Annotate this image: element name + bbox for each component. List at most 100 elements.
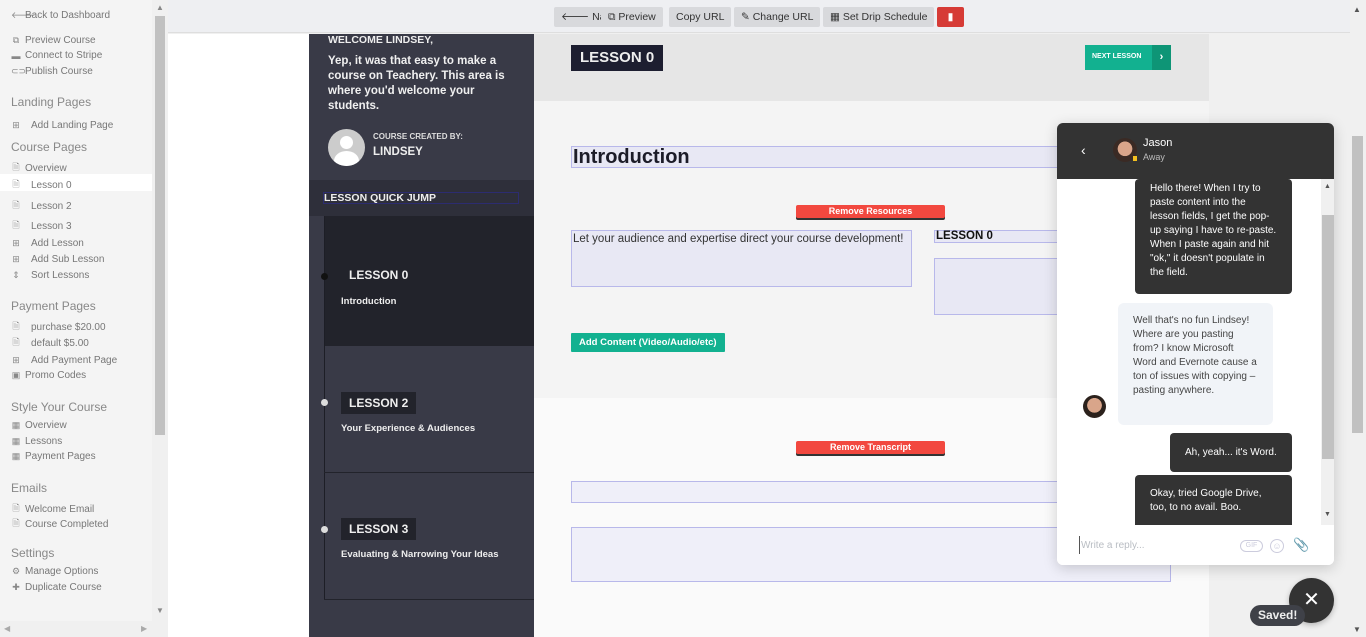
chat-reply-input[interactable] bbox=[1079, 536, 1229, 554]
quick-jump-lesson-2[interactable]: LESSON 2 Your Experience & Audiences bbox=[321, 346, 534, 472]
resource-content-field[interactable] bbox=[934, 258, 1064, 315]
timeline-bullet bbox=[321, 273, 328, 280]
payment-pages-heading: Payment Pages bbox=[11, 299, 96, 313]
creator-name: LINDSEY bbox=[373, 146, 423, 158]
quick-jump-label[interactable]: LESSON QUICK JUMP bbox=[323, 192, 519, 204]
file-icon: 🗎 bbox=[12, 220, 20, 230]
payment-page-default[interactable]: 🗎 default $5.00 bbox=[11, 335, 88, 351]
style-lessons-link[interactable]: ▦ Lessons bbox=[11, 436, 63, 447]
chat-header: ‹ Jason Away bbox=[1057, 123, 1334, 179]
plus-icon: ✚ bbox=[12, 582, 20, 592]
chat-messages: Hello there! When I try to paste content… bbox=[1057, 179, 1334, 525]
change-url-button[interactable]: ✎ Change URL bbox=[734, 7, 821, 27]
lesson-number-badge[interactable]: LESSON 0 bbox=[571, 45, 664, 71]
back-to-dashboard-link[interactable]: 🡐 Back to Dashboard bbox=[11, 10, 110, 21]
publish-course-link[interactable]: ⊂⊃ Publish Course bbox=[11, 66, 93, 77]
scroll-down-icon[interactable]: ▼ bbox=[155, 606, 165, 616]
scroll-up-icon[interactable]: ▲ bbox=[155, 3, 165, 13]
emoji-icon[interactable]: ☺ bbox=[1270, 539, 1284, 553]
promo-codes-link[interactable]: ▣ Promo Codes bbox=[11, 370, 86, 381]
delete-button[interactable]: ▮ bbox=[937, 7, 964, 27]
scroll-right-icon[interactable]: ▶ bbox=[141, 624, 147, 633]
sidebar-item-lesson-3[interactable]: 🗎 Lesson 3 bbox=[11, 218, 71, 234]
lesson-header: LESSON 0 NEXT LESSON › bbox=[534, 34, 1209, 101]
preview-course-link[interactable]: ⧉ Preview Course bbox=[11, 35, 96, 46]
chevron-left-icon[interactable]: ‹ bbox=[1081, 142, 1086, 158]
edit-icon: ✎ bbox=[741, 11, 753, 23]
agent-avatar bbox=[1083, 395, 1106, 418]
add-landing-page-link[interactable]: ⊞ Add Landing Page bbox=[11, 120, 113, 131]
sidebar-scroll-thumb[interactable] bbox=[155, 16, 165, 435]
stripe-icon: ▬ bbox=[11, 50, 21, 61]
scroll-down-icon[interactable]: ▼ bbox=[1353, 625, 1361, 634]
file-icon: 🗎 bbox=[12, 503, 20, 513]
timeline-bullet bbox=[321, 526, 328, 533]
sidebar-item-lesson-2[interactable]: 🗎 Lesson 2 bbox=[11, 198, 71, 214]
chat-scroll-thumb[interactable] bbox=[1322, 215, 1334, 459]
manage-options-link[interactable]: ⚙ Manage Options bbox=[11, 566, 98, 577]
close-icon: ✕ bbox=[1303, 589, 1320, 611]
style-overview-link[interactable]: ▦ Overview bbox=[11, 420, 67, 431]
lesson-side-panel: WELCOME LINDSEY, Yep, it was that easy t… bbox=[309, 34, 534, 637]
add-content-button[interactable]: Add Content (Video/Audio/etc) bbox=[571, 333, 725, 352]
chat-scrollbar[interactable]: ▲ ▼ bbox=[1321, 179, 1334, 525]
sidebar-horizontal-scrollbar[interactable]: ◀ ▶ bbox=[0, 621, 152, 637]
payment-page-purchase[interactable]: 🗎 purchase $20.00 bbox=[11, 319, 105, 335]
lesson-description-field[interactable]: Let your audience and expertise direct y… bbox=[571, 230, 912, 287]
add-payment-page-link[interactable]: ⊞ Add Payment Page bbox=[11, 355, 117, 366]
chat-composer: GIF ☺ 📎 bbox=[1057, 525, 1334, 565]
set-drip-schedule-button[interactable]: ▦ Set Drip Schedule bbox=[823, 7, 935, 27]
lesson-badge: LESSON 3 bbox=[341, 518, 417, 540]
sort-icon: ⇕ bbox=[12, 270, 20, 280]
arrow-left-icon: 🡐 bbox=[561, 11, 593, 23]
plus-square-icon: ⊞ bbox=[12, 254, 20, 264]
chat-message-user: Ah, yeah... it's Word. bbox=[1170, 433, 1292, 472]
chat-message-user: Okay, tried Google Drive, too, to no ava… bbox=[1135, 475, 1292, 525]
sidebar-item-lesson-0[interactable]: 🗎 Lesson 0 bbox=[11, 177, 71, 193]
external-link-icon: ⧉ bbox=[608, 11, 619, 23]
sidebar-vertical-scrollbar[interactable]: ▲ ▼ bbox=[152, 0, 166, 621]
add-lesson-link[interactable]: ⊞ Add Lesson bbox=[11, 238, 84, 249]
scroll-up-icon[interactable]: ▲ bbox=[1353, 5, 1361, 14]
duplicate-course-link[interactable]: ✚ Duplicate Course bbox=[11, 582, 102, 593]
scroll-left-icon[interactable]: ◀ bbox=[4, 624, 10, 633]
agent-name: Jason bbox=[1143, 137, 1173, 149]
resource-title-field[interactable]: LESSON 0 bbox=[934, 230, 1064, 243]
landing-pages-heading: Landing Pages bbox=[11, 95, 92, 109]
connect-stripe-link[interactable]: ▬ Connect to Stripe bbox=[11, 50, 103, 61]
page-vertical-scrollbar[interactable]: ▲ ▼ bbox=[1350, 0, 1366, 637]
welcome-title[interactable]: WELCOME LINDSEY, bbox=[328, 34, 433, 46]
copy-url-button[interactable]: Copy URL bbox=[669, 7, 732, 27]
file-icon: 🗎 bbox=[12, 179, 20, 189]
file-icon: 🗎 bbox=[12, 518, 20, 528]
toggle-icon: ⊂⊃ bbox=[11, 66, 27, 76]
quick-jump-lesson-3[interactable]: LESSON 3 Evaluating & Narrowing Your Ide… bbox=[321, 473, 534, 599]
emails-heading: Emails bbox=[11, 481, 48, 495]
next-lesson-button[interactable]: NEXT LESSON › bbox=[1085, 45, 1171, 70]
saved-badge: Saved! bbox=[1250, 605, 1306, 626]
page-margin bbox=[168, 34, 309, 637]
remove-transcript-button[interactable]: Remove Transcript bbox=[796, 441, 945, 454]
grid-icon: ▦ bbox=[11, 436, 21, 446]
paperclip-icon[interactable]: 📎 bbox=[1293, 537, 1309, 553]
welcome-text[interactable]: Yep, it was that easy to make a course o… bbox=[328, 54, 513, 114]
chevron-right-icon: › bbox=[1152, 45, 1171, 70]
welcome-email-link[interactable]: 🗎 Welcome Email bbox=[11, 501, 94, 517]
style-course-heading: Style Your Course bbox=[11, 400, 108, 414]
course-completed-email-link[interactable]: 🗎 Course Completed bbox=[11, 516, 108, 532]
style-payment-pages-link[interactable]: ▦ Payment Pages bbox=[11, 451, 96, 462]
agent-status: Away bbox=[1143, 152, 1165, 162]
creator-avatar bbox=[328, 129, 365, 166]
page-scroll-thumb[interactable] bbox=[1352, 136, 1363, 433]
quick-jump-lesson-0[interactable]: LESSON 0 Introduction bbox=[321, 216, 534, 346]
gif-icon[interactable]: GIF bbox=[1240, 540, 1263, 552]
lesson-title-field[interactable]: Introduction bbox=[571, 146, 1071, 168]
lesson-quick-jump: LESSON QUICK JUMP bbox=[309, 180, 534, 216]
add-sub-lesson-link[interactable]: ⊞ Add Sub Lesson bbox=[11, 254, 104, 265]
scroll-up-icon[interactable]: ▲ bbox=[1324, 183, 1331, 190]
scroll-down-icon[interactable]: ▼ bbox=[1324, 511, 1331, 518]
preview-button[interactable]: ⧉ Preview bbox=[601, 7, 663, 27]
remove-resources-button[interactable]: Remove Resources bbox=[796, 205, 945, 218]
sort-lessons-link[interactable]: ⇕ Sort Lessons bbox=[11, 270, 89, 281]
lesson-title: Introduction bbox=[341, 296, 397, 307]
